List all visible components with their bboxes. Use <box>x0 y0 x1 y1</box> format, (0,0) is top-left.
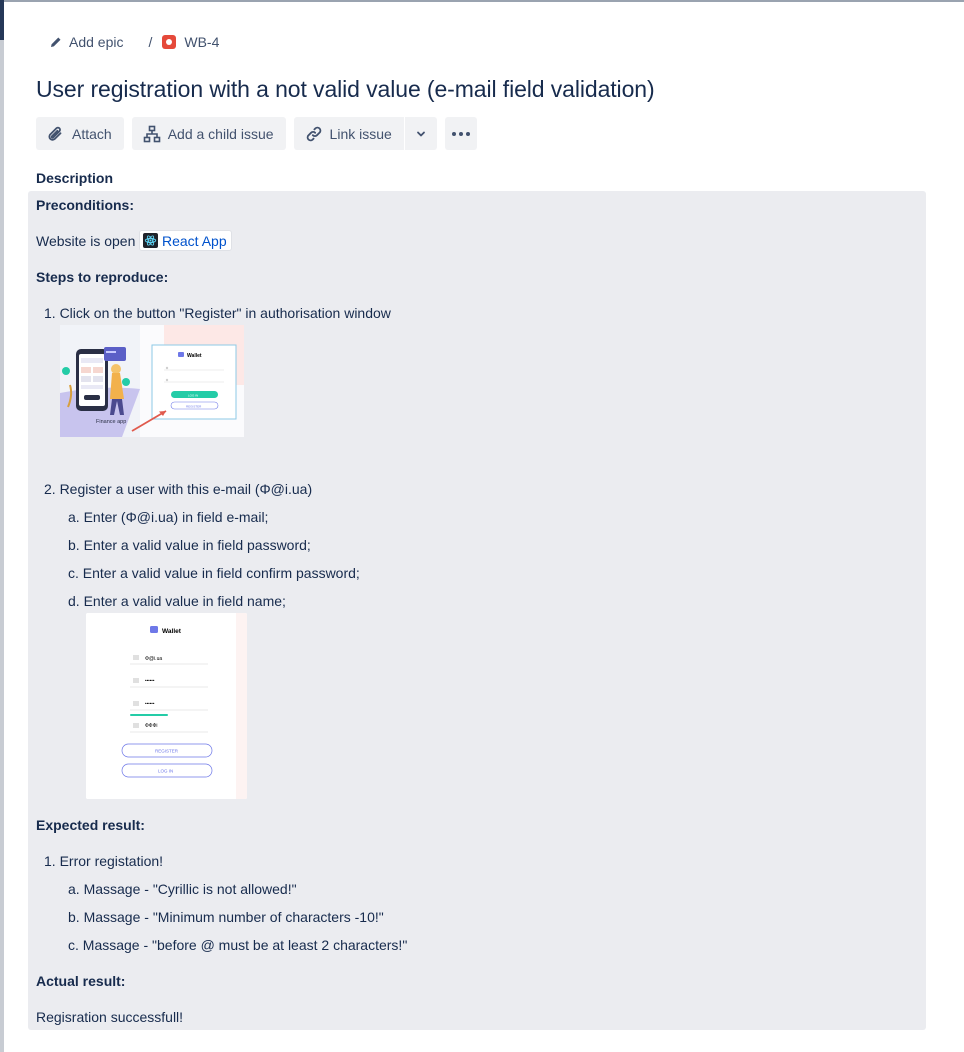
react-icon <box>143 233 158 248</box>
page-title[interactable]: User registration with a not valid value… <box>36 76 655 103</box>
expected-1b: b. Massage - "Minimum number of characte… <box>68 909 384 925</box>
step-2d: d. Enter a valid value in field name; <box>68 593 286 609</box>
issue-key: WB-4 <box>184 34 220 50</box>
add-epic-label: Add epic <box>69 34 124 50</box>
wallet-title-1: Wallet <box>187 353 202 359</box>
step-2c: c. Enter a valid value in field confirm … <box>68 565 360 581</box>
step-1: 1. Click on the button "Register" in aut… <box>44 305 391 321</box>
add-child-issue-label: Add a child issue <box>167 125 274 142</box>
email-value: Φ@i.ua <box>145 656 162 662</box>
chevron-down-icon <box>416 131 425 136</box>
expected-1: 1. Error registation! <box>44 853 164 869</box>
description-label: Description <box>36 170 114 186</box>
more-actions-button[interactable] <box>444 117 477 150</box>
add-child-issue-button[interactable]: Add a child issue <box>131 117 286 150</box>
link-issue-label: Link issue <box>329 125 392 142</box>
add-epic-link[interactable]: Add epic <box>50 34 123 50</box>
login-btn-text-2: LOG IN <box>158 769 173 774</box>
breadcrumb: Add epic / WB-4 <box>50 30 219 54</box>
step-2b: b. Enter a valid value in field password… <box>68 537 311 553</box>
breadcrumb-separator: / <box>148 34 153 50</box>
react-app-link-label: React App <box>162 232 227 249</box>
preconditions-heading: Preconditions: <box>36 197 135 213</box>
attach-label: Attach <box>72 125 112 142</box>
login-btn-text-1: LOG IN <box>188 394 198 398</box>
actual-heading: Actual result: <box>36 973 126 989</box>
step-2a: a. Enter (Φ@i.ua) in field e-mail; <box>68 509 269 525</box>
step-2: 2. Register a user with this e-mail (Φ@i… <box>44 481 313 497</box>
expected-1c: c. Massage - "before @ must be at least … <box>68 937 408 953</box>
issue-toolbar: Attach Add a child issue Link issue <box>36 117 477 150</box>
confirm-password-value: •••••• <box>145 701 155 706</box>
login-screenshot-image[interactable]: Finance app Wallet LOG IN REGISTER <box>60 325 244 437</box>
expected-1a: a. Massage - "Cyrillic is not allowed!" <box>68 881 297 897</box>
wallet-icon <box>178 352 184 357</box>
window-left-border <box>0 0 4 1052</box>
link-issue-split-button: Link issue <box>293 117 437 150</box>
react-app-link[interactable]: React App <box>139 230 232 251</box>
wallet-title-2: Wallet <box>162 628 182 635</box>
pencil-icon <box>51 37 61 47</box>
link-issue-dropdown-button[interactable] <box>403 117 437 150</box>
window-top-border <box>0 0 964 2</box>
hierarchy-icon <box>143 125 161 142</box>
finance-caption: Finance app <box>96 419 126 425</box>
bug-icon <box>162 35 177 49</box>
more-icon <box>451 131 470 136</box>
password-value: •••••• <box>145 678 155 683</box>
paperclip-icon <box>48 126 62 141</box>
attach-button[interactable]: Attach <box>36 117 124 150</box>
actual-text: Regisration successfull! <box>36 1009 184 1025</box>
register-btn-text-1: REGISTER <box>186 404 202 408</box>
register-form-screenshot-image[interactable]: Wallet Φ@i.ua •••••• •••••• ФФФі REGISTE… <box>86 613 247 799</box>
issue-key-link[interactable]: WB-4 <box>162 34 219 50</box>
website-open-text: Website is open <box>36 233 136 249</box>
steps-heading: Steps to reproduce: <box>36 269 169 285</box>
register-btn-text-2: REGISTER <box>155 749 179 754</box>
expected-heading: Expected result: <box>36 817 145 833</box>
window-left-border-dark <box>0 0 4 40</box>
link-issue-button[interactable]: Link issue <box>293 117 404 150</box>
link-icon <box>306 126 321 141</box>
name-value: ФФФі <box>145 723 158 729</box>
wallet-icon <box>150 626 158 633</box>
